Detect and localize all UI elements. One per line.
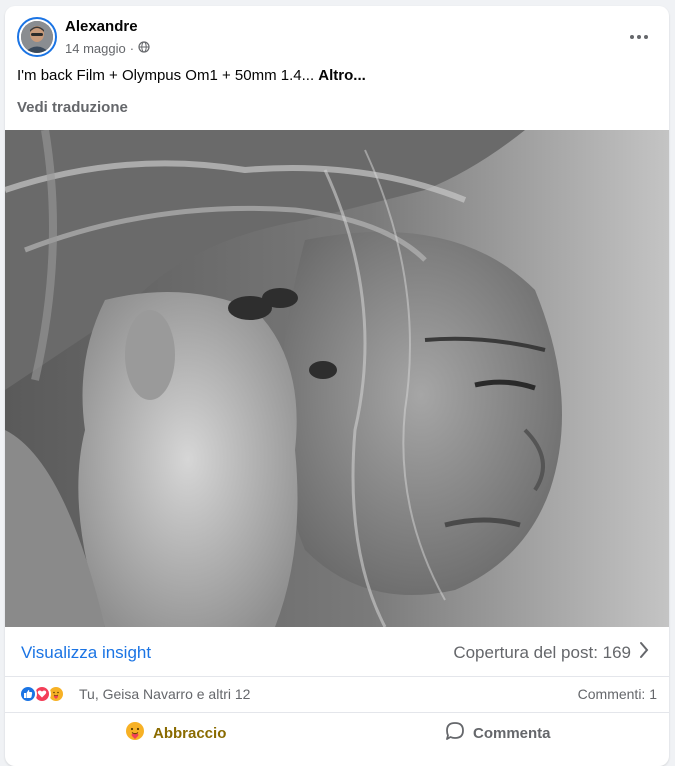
chevron-right-icon [639, 641, 649, 664]
comment-label: Commenta [473, 724, 551, 742]
author-name[interactable]: Alexandre [65, 18, 138, 35]
post-text-main: I'm back Film + Olympus Om1 + 50mm 1.4..… [17, 67, 315, 84]
more-options-icon[interactable] [629, 24, 649, 44]
comment-bubble-icon [445, 721, 465, 745]
reaction-icons[interactable] [19, 685, 65, 703]
post-meta: 14 maggio · [65, 41, 150, 56]
meta-separator: · [129, 41, 135, 56]
hug-reaction-button[interactable]: Abbraccio [125, 721, 226, 745]
post-reach[interactable]: Copertura del post: 169 [453, 641, 649, 664]
post-reach-label: Copertura del post: 169 [453, 642, 631, 662]
post-date[interactable]: 14 maggio [65, 41, 126, 56]
reaction-summary[interactable]: Tu, Geisa Navarro e altri 12 [79, 686, 250, 702]
reactions-row: Tu, Geisa Navarro e altri 12 Commenti: 1 [5, 677, 669, 713]
globe-icon[interactable] [138, 41, 150, 56]
post-card: Alexandre 14 maggio · I'm back Film + Ol… [5, 6, 669, 766]
author-avatar[interactable] [17, 17, 57, 57]
comment-button[interactable]: Commenta [445, 721, 551, 745]
insight-row: Visualizza insight Copertura del post: 1… [5, 627, 669, 677]
post-header: Alexandre 14 maggio · [5, 6, 669, 66]
see-translation-link[interactable]: Vedi traduzione [17, 99, 128, 116]
comments-count[interactable]: Commenti: 1 [578, 686, 657, 702]
post-photo[interactable] [5, 130, 669, 627]
post-text: I'm back Film + Olympus Om1 + 50mm 1.4..… [17, 67, 366, 84]
hug-label: Abbraccio [153, 724, 227, 742]
like-icon [19, 685, 37, 703]
avatar-image [21, 21, 53, 53]
see-more-link[interactable]: Altro... [318, 67, 366, 84]
care-emoji-icon [125, 721, 145, 745]
action-bar: Abbraccio Commenta [5, 713, 669, 753]
view-insights-link[interactable]: Visualizza insight [21, 643, 151, 663]
